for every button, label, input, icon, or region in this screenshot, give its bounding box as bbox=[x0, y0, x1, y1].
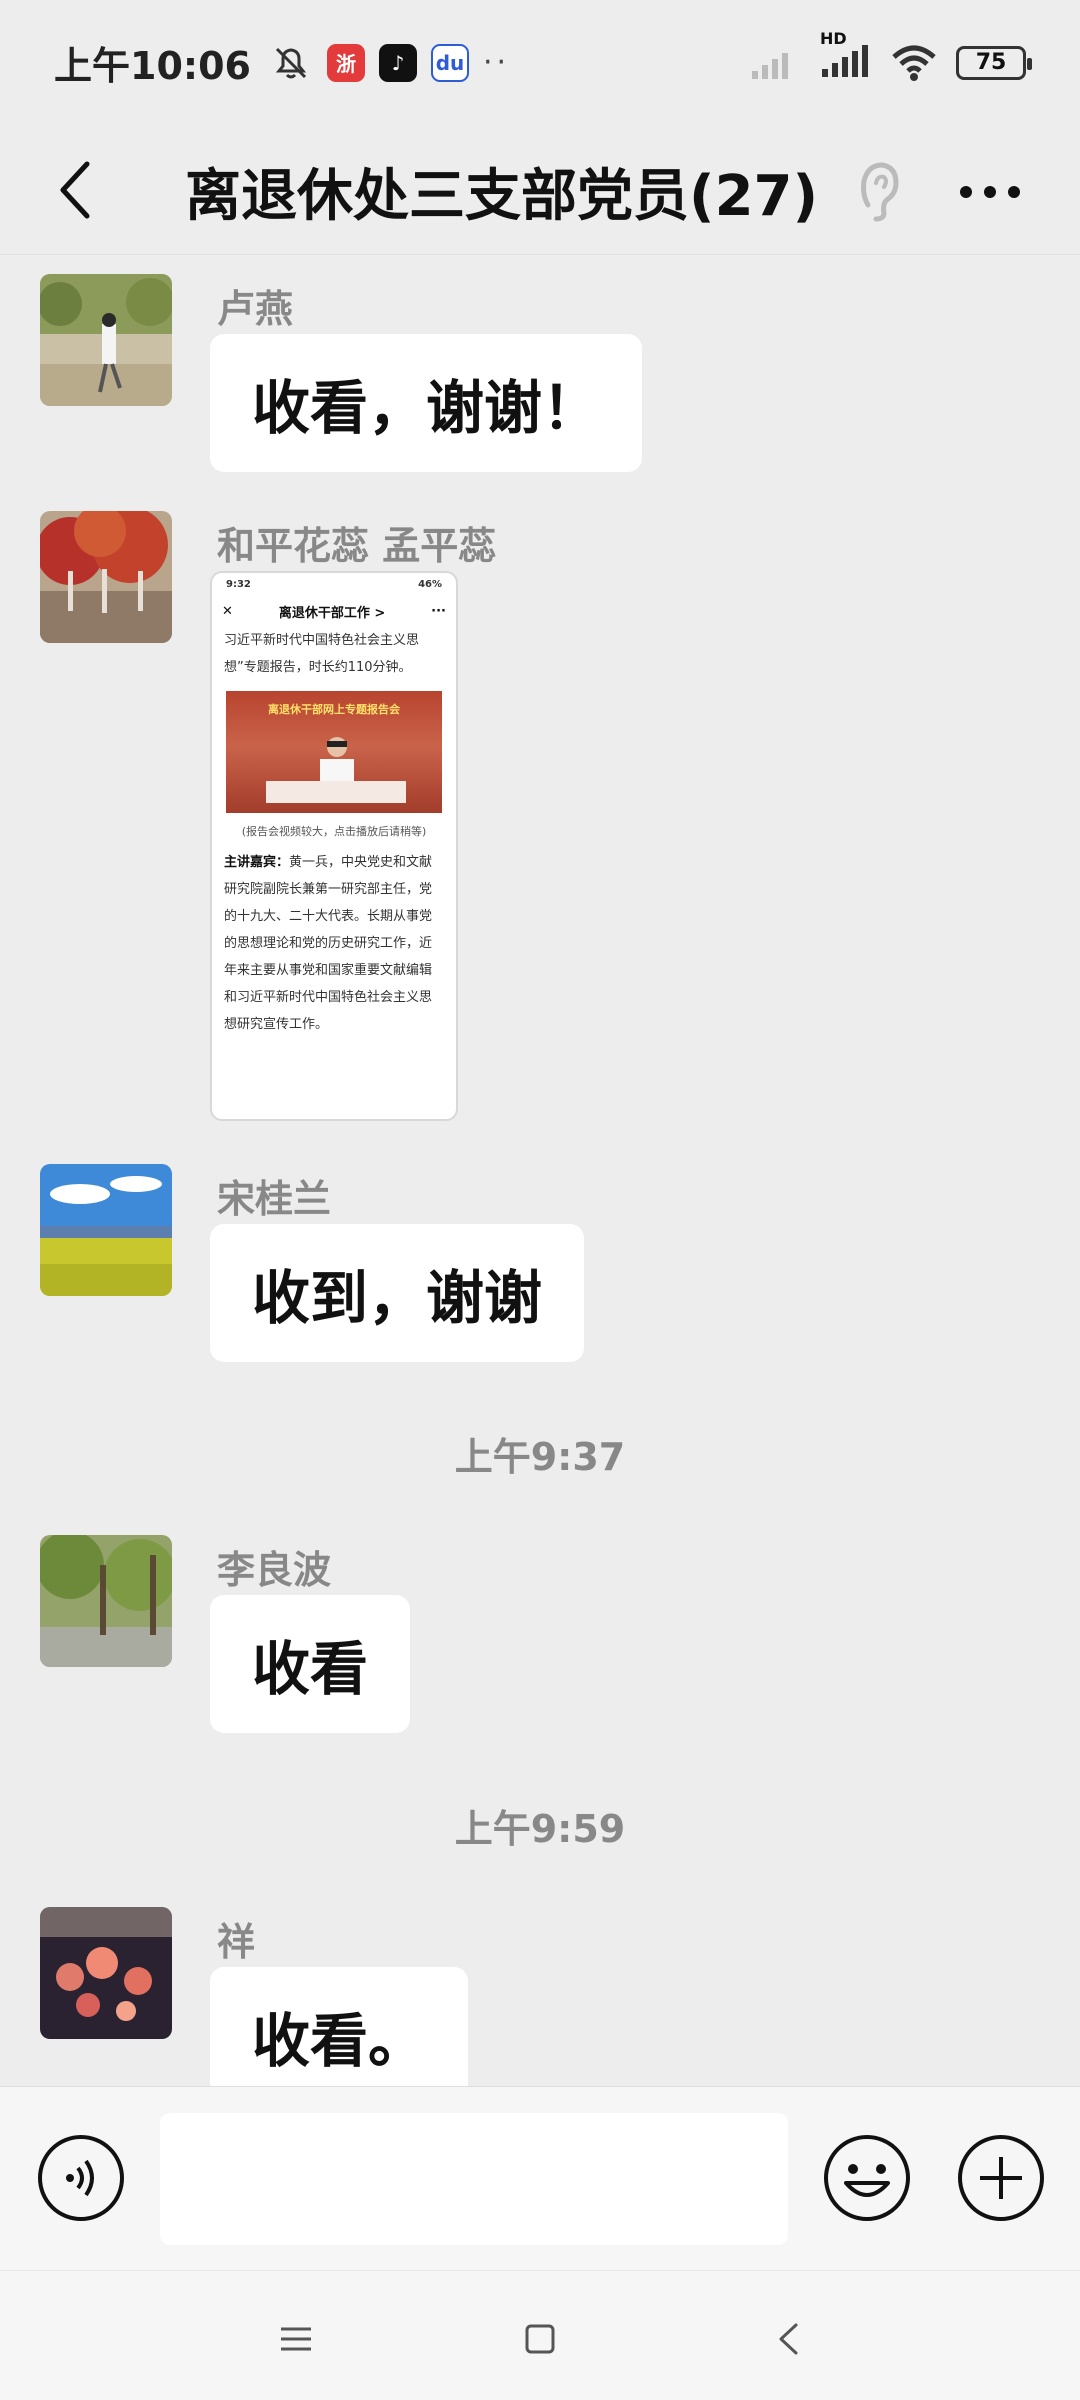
thumb-caption: (报告会视频较大，点击播放后请稍等) bbox=[241, 825, 427, 838]
thumb-status-bar: 9:32 46% bbox=[212, 573, 456, 595]
thumb-title: 离退休干部工作 > bbox=[278, 605, 386, 621]
sender-name: 和平花蕊 孟平蕊 bbox=[217, 524, 497, 568]
more-options-button[interactable] bbox=[950, 157, 1030, 227]
avatar[interactable] bbox=[40, 274, 172, 406]
chat-title: 离退休处三支部党员(27) bbox=[185, 164, 819, 229]
chat-message-list[interactable]: 卢燕 收看，谢谢！ 和平花蕊 孟平蕊 9:32 46% ✕ 离退休干部工作 > bbox=[0, 256, 1080, 2086]
thumb-body: 主讲嘉宾：黄一兵，中央党史和文献研究院副院长兼第一研究部主任，党的十九大、二十大… bbox=[212, 839, 456, 1038]
baidu-icon: du bbox=[430, 43, 469, 82]
tiktok-icon: ♪ bbox=[378, 43, 417, 82]
chevron-left-icon bbox=[60, 161, 90, 219]
thumb-header: ✕ 离退休干部工作 > ··· bbox=[212, 595, 456, 627]
thumb-close-icon: ✕ bbox=[222, 603, 233, 619]
sender-name: 李良波 bbox=[217, 1548, 332, 1592]
plus-icon bbox=[958, 2135, 1044, 2221]
message-bubble[interactable]: 收看，谢谢！ bbox=[210, 334, 643, 472]
message-bubble[interactable]: 收看。 bbox=[210, 1967, 469, 2086]
timestamp: 上午9:37 bbox=[454, 1435, 626, 1479]
thumb-time: 9:32 bbox=[226, 578, 251, 590]
thumb-video-banner: 离退休干部网上专题报告会 bbox=[226, 691, 442, 813]
chat-header: 离退休处三支部党员(27) bbox=[0, 125, 1080, 255]
shared-screenshot-image[interactable]: 9:32 46% ✕ 离退休干部工作 > ··· 习近平新时代中国特色社会主义思… bbox=[210, 571, 458, 1121]
wifi-icon bbox=[892, 45, 936, 81]
system-icons: HD 75 bbox=[750, 29, 1032, 83]
home-button[interactable] bbox=[500, 2299, 580, 2379]
thumb-battery: 46% bbox=[418, 578, 442, 590]
nav-back-button[interactable] bbox=[748, 2299, 828, 2379]
status-time: 上午10:06 bbox=[54, 44, 251, 88]
notification-icons: 浙 ♪ du ·· bbox=[269, 41, 510, 85]
message-input[interactable] bbox=[160, 2113, 788, 2245]
mute-bell-icon bbox=[275, 47, 307, 78]
home-square-icon bbox=[525, 2324, 555, 2354]
message-bubble[interactable]: 收看 bbox=[210, 1595, 411, 1733]
sender-name: 宋桂兰 bbox=[217, 1177, 332, 1221]
thumb-banner-title: 离退休干部网上专题报告会 bbox=[268, 703, 400, 716]
message-bubble[interactable]: 收到，谢谢 bbox=[210, 1224, 585, 1362]
more-notifications-icon: ·· bbox=[482, 45, 511, 80]
menu-icon bbox=[281, 2327, 311, 2351]
sender-name: 祥 bbox=[217, 1920, 256, 1964]
avatar[interactable] bbox=[40, 1164, 172, 1296]
status-bar: 上午10:06 浙 ♪ du ·· HD 75 bbox=[0, 0, 1080, 125]
thumb-body-text: 黄一兵，中央党史和文献研究院副院长兼第一研究部主任，党的十九大、二十大代表。长期… bbox=[224, 855, 433, 1032]
signal-strong-icon bbox=[822, 44, 868, 77]
avatar[interactable] bbox=[40, 1535, 172, 1667]
emoji-button[interactable] bbox=[822, 2133, 912, 2223]
thumb-more-icon: ··· bbox=[431, 603, 446, 619]
earpiece-mode-icon bbox=[850, 155, 910, 225]
more-dots-icon bbox=[960, 186, 1020, 198]
avatar[interactable] bbox=[40, 1907, 172, 2039]
recent-apps-button[interactable] bbox=[256, 2299, 336, 2379]
speaker-desk bbox=[266, 781, 406, 803]
news-app-icon: 浙 bbox=[326, 43, 365, 82]
battery-level: 75 bbox=[975, 50, 1007, 75]
hd-signal: HD bbox=[820, 29, 872, 83]
sender-name: 卢燕 bbox=[217, 287, 294, 331]
smiley-icon bbox=[824, 2135, 910, 2221]
input-bar bbox=[0, 2086, 1080, 2270]
timestamp: 上午9:59 bbox=[454, 1807, 626, 1851]
thumb-body-label: 主讲嘉宾： bbox=[224, 855, 290, 870]
system-nav-bar bbox=[0, 2270, 1080, 2400]
battery-indicator: 75 bbox=[956, 45, 1032, 80]
signal-icon bbox=[752, 52, 788, 79]
back-triangle-icon bbox=[779, 2323, 798, 2355]
back-button[interactable] bbox=[40, 155, 110, 225]
more-functions-button[interactable] bbox=[956, 2133, 1046, 2223]
voice-icon bbox=[38, 2135, 124, 2221]
hd-label: HD bbox=[820, 28, 847, 48]
avatar[interactable] bbox=[40, 511, 172, 643]
thumb-intro: 习近平新时代中国特色社会主义思想”专题报告，时长约110分钟。 bbox=[224, 633, 420, 675]
voice-input-button[interactable] bbox=[36, 2133, 126, 2223]
